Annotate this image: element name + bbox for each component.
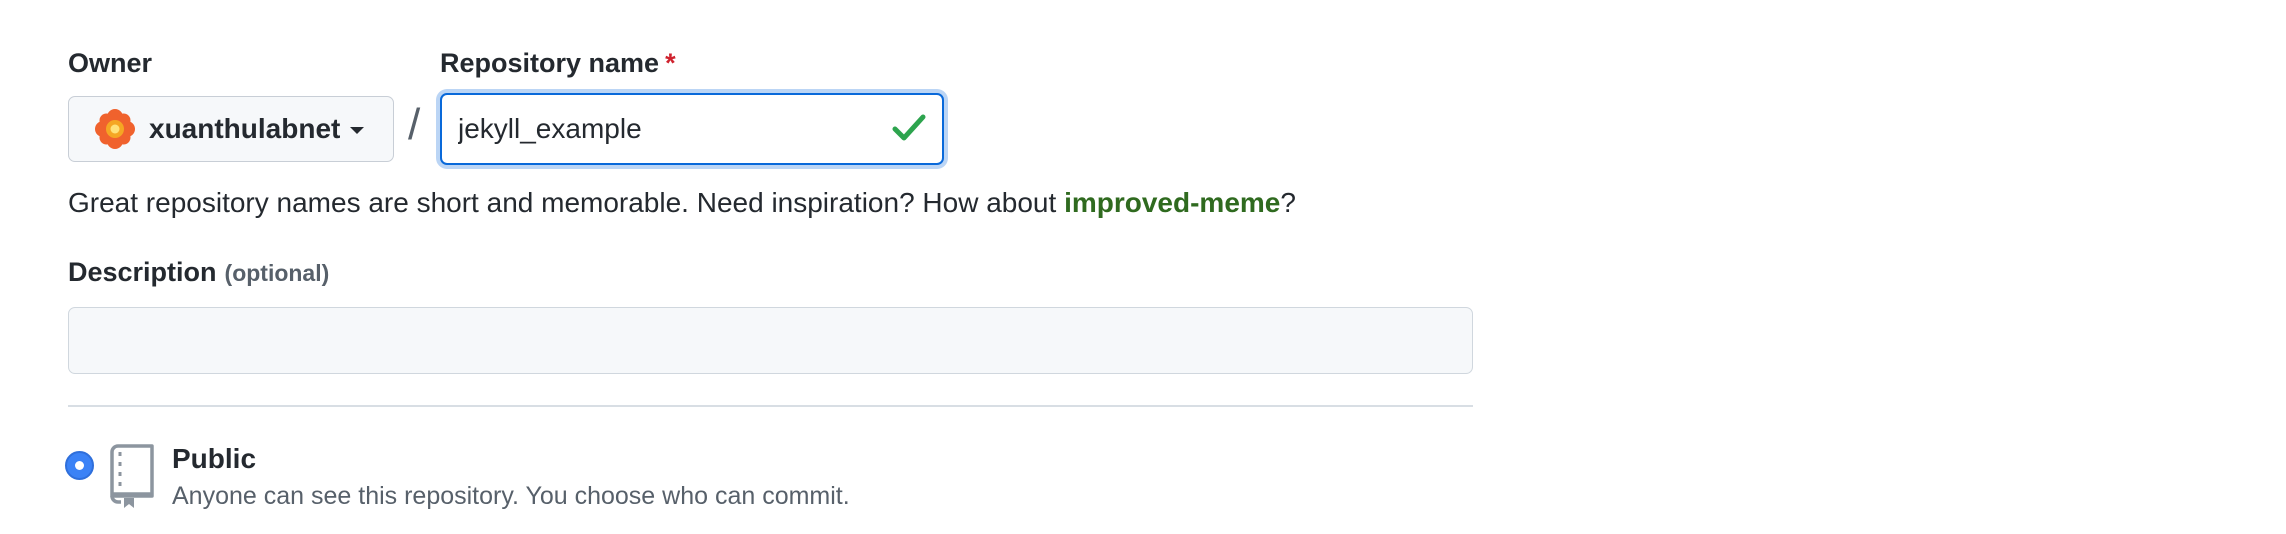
chevron-down-icon [350, 127, 365, 134]
required-star: * [665, 48, 676, 78]
public-radio[interactable] [65, 451, 94, 480]
repository-name-field[interactable] [440, 93, 944, 165]
owner-name: xuanthulabnet [149, 113, 341, 144]
description-input[interactable] [68, 307, 1473, 374]
suggested-name-link[interactable]: improved-meme [1064, 187, 1280, 218]
owner-select-button[interactable]: xuanthulabnet [68, 96, 394, 162]
description-label: Description (optional) [68, 257, 330, 287]
repository-name-input[interactable] [442, 99, 878, 159]
repo-book-icon [110, 444, 154, 508]
owner-label: Owner [68, 48, 153, 78]
section-divider [68, 405, 1473, 407]
repository-name-hint: Great repository names are short and mem… [68, 187, 1296, 218]
orange-flower-avatar-icon [95, 109, 135, 149]
optional-label: (optional) [224, 260, 330, 286]
repository-name-label: Repository name * [440, 48, 676, 78]
owner-repo-separator: / [408, 100, 421, 149]
public-option-description: Anyone can see this repository. You choo… [172, 482, 850, 510]
radio-selected-dot [75, 461, 84, 470]
check-icon [892, 114, 926, 141]
public-option-title: Public [172, 443, 257, 474]
